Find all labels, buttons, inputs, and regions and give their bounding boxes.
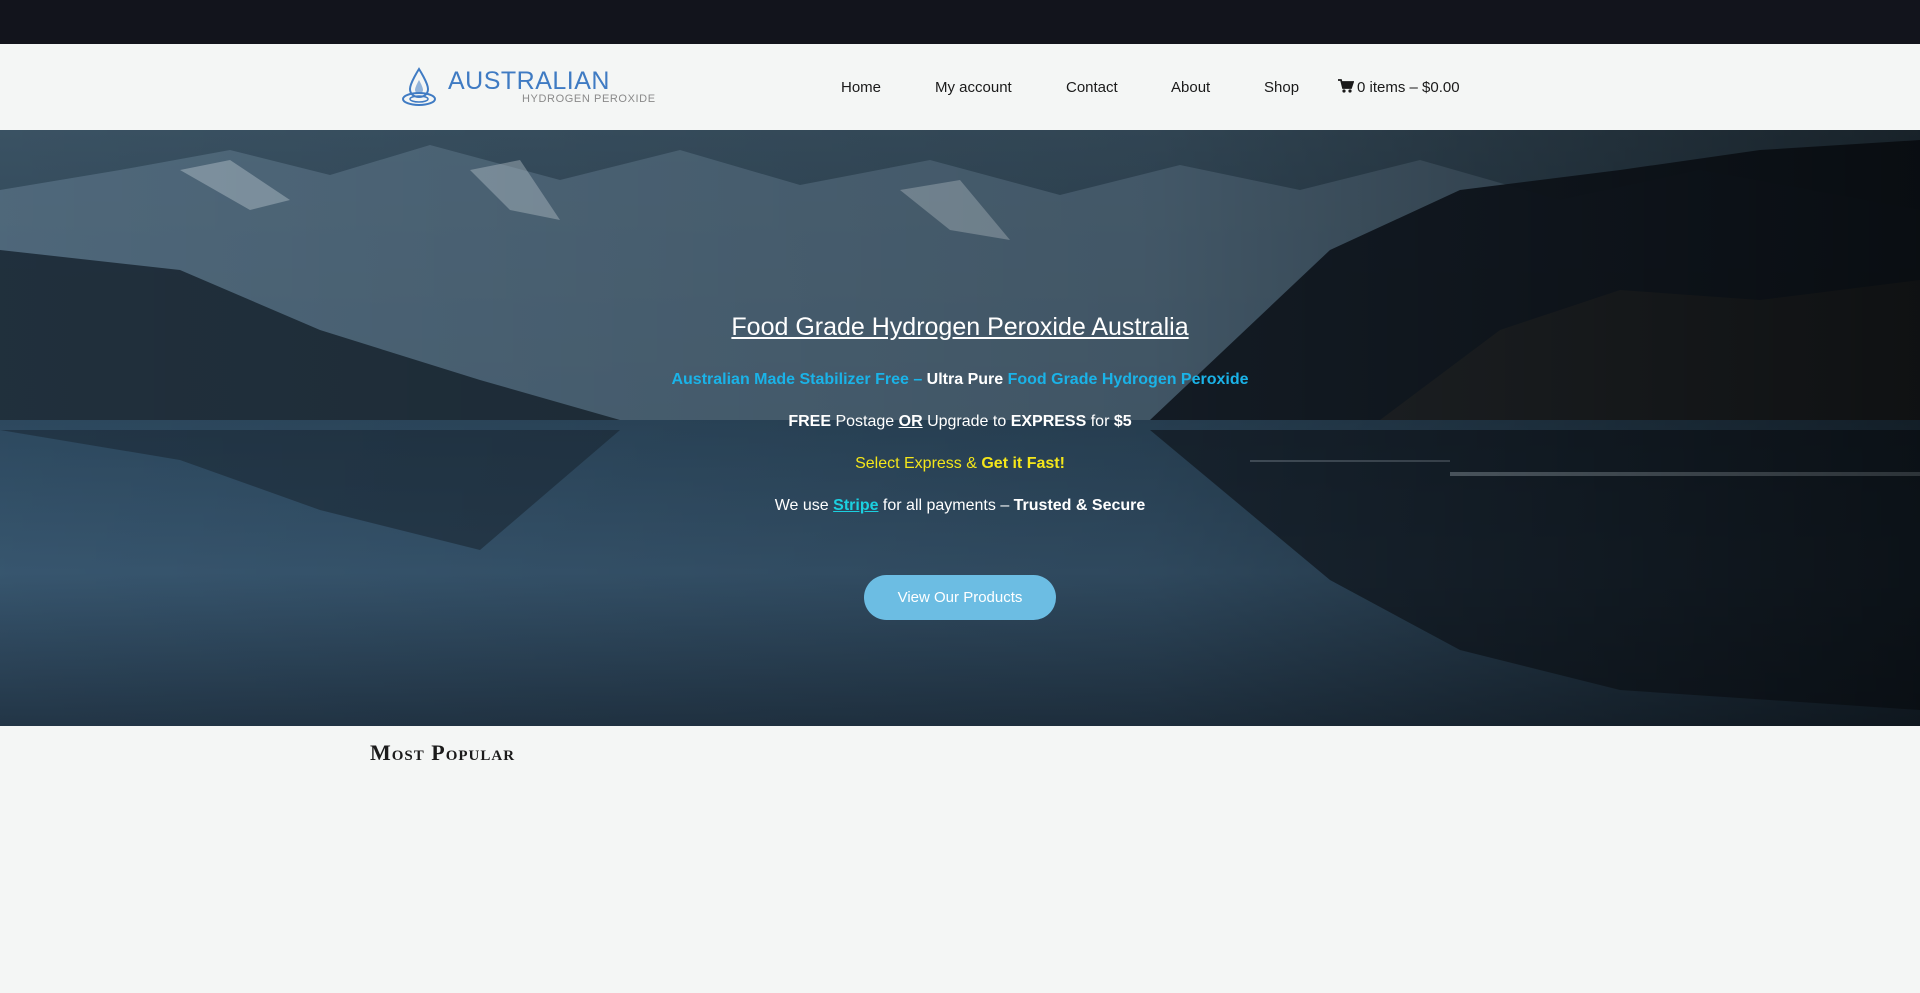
nav-home[interactable]: Home bbox=[841, 78, 881, 98]
nav-contact[interactable]: Contact bbox=[1066, 78, 1118, 98]
hero-banner: Food Grade Hydrogen Peroxide Australia A… bbox=[0, 130, 1920, 726]
tagline-part3: Food Grade Hydrogen Peroxide bbox=[1003, 371, 1249, 388]
postage-for: for bbox=[1086, 413, 1114, 430]
payment-trusted: Trusted & Secure bbox=[1013, 497, 1146, 514]
stripe-link[interactable]: Stripe bbox=[833, 497, 878, 514]
postage-free: FREE bbox=[788, 413, 832, 430]
express-get-it: Get it Fast! bbox=[981, 455, 1065, 472]
postage-express: EXPRESS bbox=[1010, 413, 1087, 430]
nav-about[interactable]: About bbox=[1171, 78, 1210, 98]
postage-text: Postage bbox=[831, 413, 899, 430]
postage-price: $5 bbox=[1113, 413, 1132, 430]
payment-for-all: for all payments – bbox=[878, 497, 1014, 514]
top-bar bbox=[0, 0, 1920, 44]
payment-we-use: We use bbox=[774, 497, 834, 514]
nav-my-account[interactable]: My account bbox=[935, 78, 1012, 98]
shopping-cart-icon bbox=[1338, 79, 1354, 93]
cart-summary: 0 items – $0.00 bbox=[1357, 79, 1460, 96]
water-drop-icon bbox=[402, 67, 436, 106]
hero-express-line: Select Express & Get it Fast! bbox=[0, 454, 1920, 474]
cart-link[interactable]: 0 items – $0.00 bbox=[1338, 78, 1460, 98]
view-products-button[interactable]: View Our Products bbox=[864, 575, 1056, 620]
hero-content: Food Grade Hydrogen Peroxide Australia A… bbox=[0, 130, 1920, 726]
nav-shop[interactable]: Shop bbox=[1264, 78, 1299, 98]
postage-upgrade: Upgrade to bbox=[922, 413, 1011, 430]
hero-payment-line: We use Stripe for all payments – Trusted… bbox=[0, 496, 1920, 516]
hero-tagline: Australian Made Stabilizer Free – Ultra … bbox=[0, 370, 1920, 390]
hero-postage-line: FREE Postage OR Upgrade to EXPRESS for $… bbox=[0, 412, 1920, 432]
hero-title: Food Grade Hydrogen Peroxide Australia bbox=[731, 313, 1189, 341]
tagline-part1: Australian Made Stabilizer Free – bbox=[671, 371, 927, 388]
most-popular-heading: Most Popular bbox=[370, 740, 516, 765]
site-logo[interactable]: AUSTRALIAN HYDROGEN PEROXIDE bbox=[400, 66, 655, 108]
logo-sub-text: HYDROGEN PEROXIDE bbox=[522, 93, 656, 105]
express-select: Select Express & bbox=[855, 455, 982, 472]
postage-or: OR bbox=[898, 413, 923, 430]
tagline-part2: Ultra Pure bbox=[926, 371, 1004, 388]
site-header: AUSTRALIAN HYDROGEN PEROXIDE Home My acc… bbox=[0, 44, 1920, 130]
